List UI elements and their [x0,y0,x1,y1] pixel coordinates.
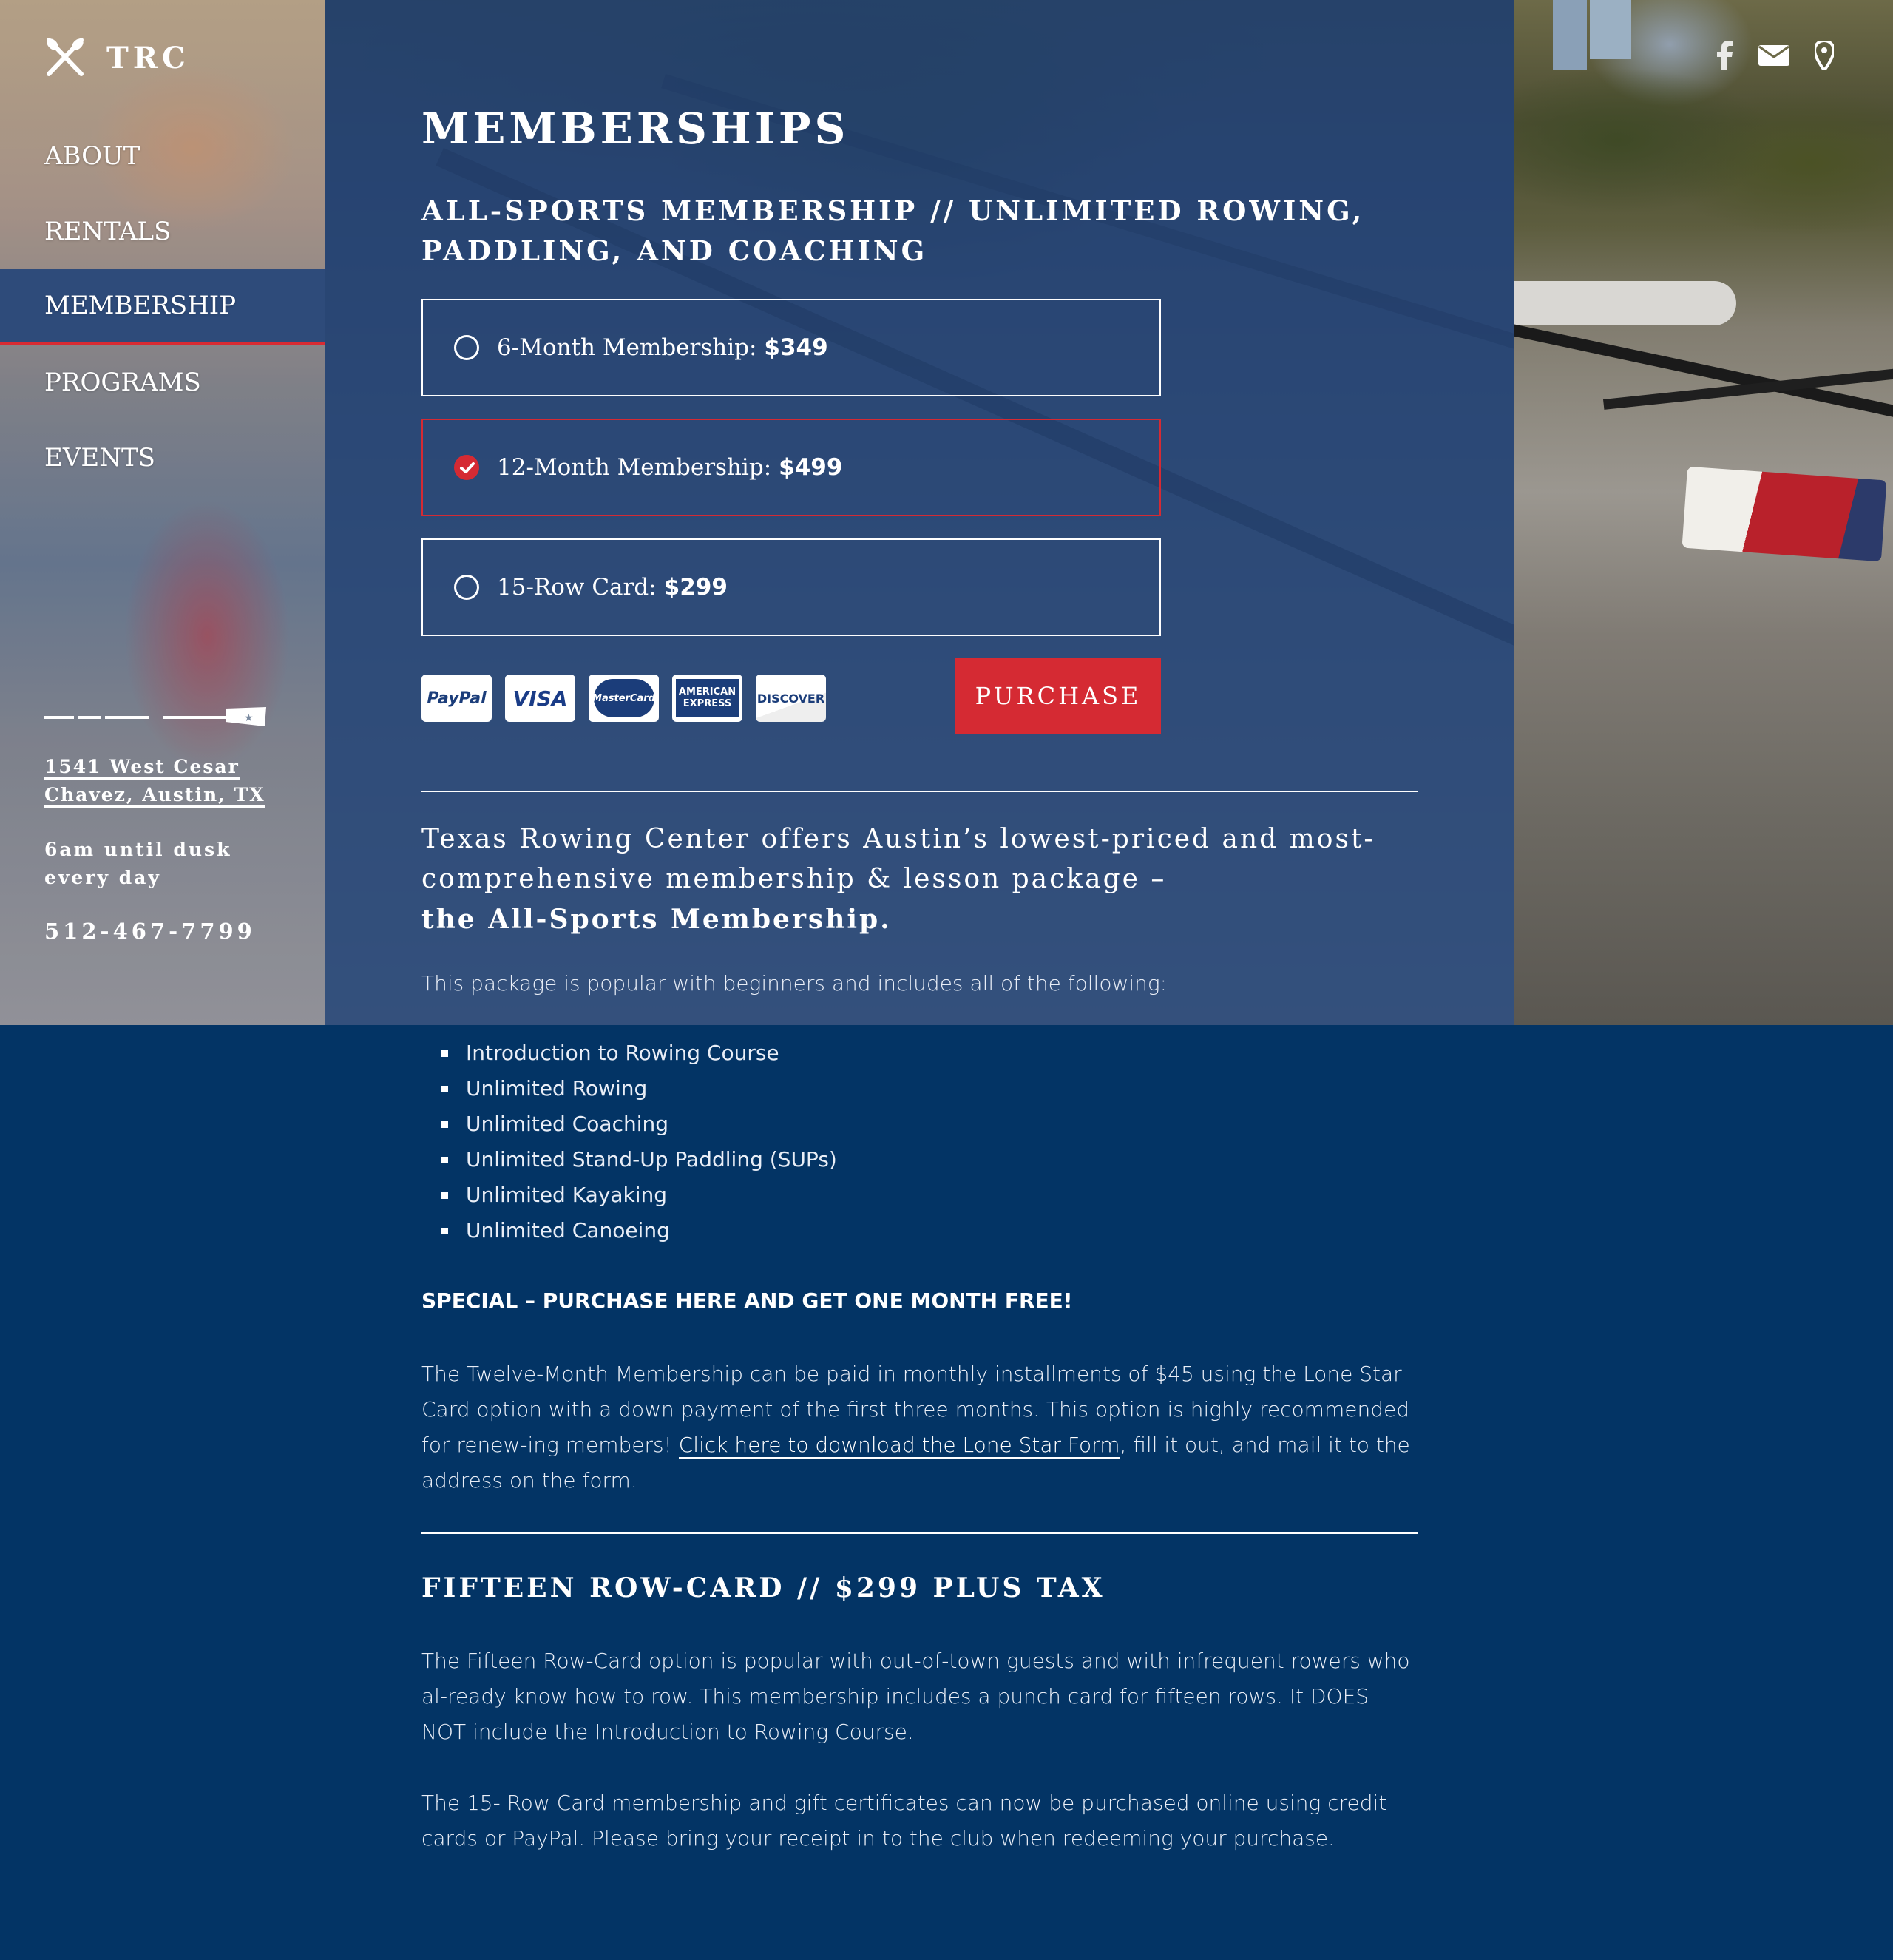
svg-text:★: ★ [244,712,254,724]
list-item: Introduction to Rowing Course [421,1035,837,1071]
row-card-heading-rest: // $299 PLUS TAX [785,1572,1105,1604]
row-card-heading-bold: FIFTEEN ROW-CARD [421,1572,785,1604]
oar-divider-icon: ★ [44,707,266,726]
option-label: 15-Row Card: [497,574,657,601]
package-text: This package is popular with beginners a… [421,971,1168,996]
checked-radio-icon[interactable] [454,455,479,480]
list-item: Unlimited Rowing [421,1071,837,1106]
logo-text: TRC [106,40,190,75]
river-photo [1514,0,1893,1025]
nav-item-events[interactable]: EVENTS [0,420,325,496]
nav-item-about[interactable]: ABOUT [0,118,325,194]
crossed-oars-icon [47,38,84,76]
intro-text-main: Texas Rowing Center offers Austin’s lowe… [421,824,1375,894]
hours-line-1: 6am until dusk [44,839,232,860]
list-item: Unlimited Canoeing [421,1213,837,1248]
option-price: $499 [779,454,843,481]
option-12-month[interactable]: 12-Month Membership: $499 [421,419,1161,516]
hours: 6am until dusk every day [44,836,265,892]
installment-text: The Twelve-Month Membership can be paid … [421,1356,1418,1498]
option-label: 12-Month Membership: [497,454,772,481]
intro-text: Texas Rowing Center offers Austin’s lowe… [421,820,1418,939]
option-6-month[interactable]: 6-Month Membership: $349 [421,299,1161,396]
main-nav: ABOUT RENTALS MEMBERSHIP PROGRAMS EVENTS [0,118,325,496]
address-line-1: 1541 West Cesar [44,756,240,780]
purchase-button[interactable]: PURCHASE [955,658,1161,734]
option-price: $299 [663,574,728,601]
logo-link[interactable]: TRC [44,37,190,78]
address-line-2: Chavez, Austin, TX [44,784,265,808]
list-item: Unlimited Coaching [421,1106,837,1142]
row-card-heading: FIFTEEN ROW-CARD // $299 PLUS TAX [421,1572,1105,1604]
page-title: MEMBERSHIPS [421,104,850,154]
row-card-text-2: The 15- Row Card membership and gift cer… [421,1791,1387,1851]
sidebar: TRC ABOUT RENTALS MEMBERSHIP PROGRAMS EV… [0,0,325,1025]
visa-logo: VISA [505,675,575,722]
social-links [1717,38,1836,73]
option-price: $349 [764,334,828,361]
mastercard-logo: MasterCard [589,675,659,722]
radio-icon[interactable] [454,575,479,600]
payment-methods: PayPal VISA MasterCard AMERICAN EXPRESS … [421,675,826,722]
amex-logo: AMERICAN EXPRESS [672,675,742,722]
envelope-icon[interactable] [1758,41,1789,70]
nav-item-membership[interactable]: MEMBERSHIP [0,269,325,345]
row-card-text-1: The Fifteen Row-Card option is popular w… [421,1649,1410,1744]
map-pin-icon[interactable] [1812,38,1836,73]
special-offer: SPECIAL – PURCHASE HERE AND GET ONE MONT… [421,1288,1073,1313]
contact-info: 1541 West Cesar Chavez, Austin, TX 6am u… [44,753,265,944]
membership-heading-bold: ALL-SPORTS MEMBERSHIP [421,195,918,227]
option-15-row-card[interactable]: 15-Row Card: $299 [421,538,1161,636]
lone-star-form-link[interactable]: Click here to download the Lone Star For… [678,1433,1120,1459]
membership-heading: ALL-SPORTS MEMBERSHIP // UNLIMITED ROWIN… [421,191,1420,271]
option-label: 6-Month Membership: [497,334,757,361]
hours-line-2: every day [44,867,161,888]
phone-number[interactable]: 512-467-7799 [44,919,265,944]
facebook-icon[interactable] [1717,41,1733,70]
paypal-logo: PayPal [421,675,492,722]
divider [421,1532,1418,1534]
intro-text-bold: the All-Sports Membership. [421,904,892,935]
list-item: Unlimited Kayaking [421,1177,837,1213]
address-link[interactable]: 1541 West Cesar Chavez, Austin, TX [44,753,265,809]
nav-item-programs[interactable]: PROGRAMS [0,345,325,420]
discover-logo: DISCOVER [756,675,826,722]
radio-icon[interactable] [454,335,479,360]
list-item: Unlimited Stand-Up Paddling (SUPs) [421,1142,837,1177]
includes-list: Introduction to Rowing Course Unlimited … [421,1035,837,1248]
nav-item-rentals[interactable]: RENTALS [0,194,325,269]
divider [421,791,1418,792]
